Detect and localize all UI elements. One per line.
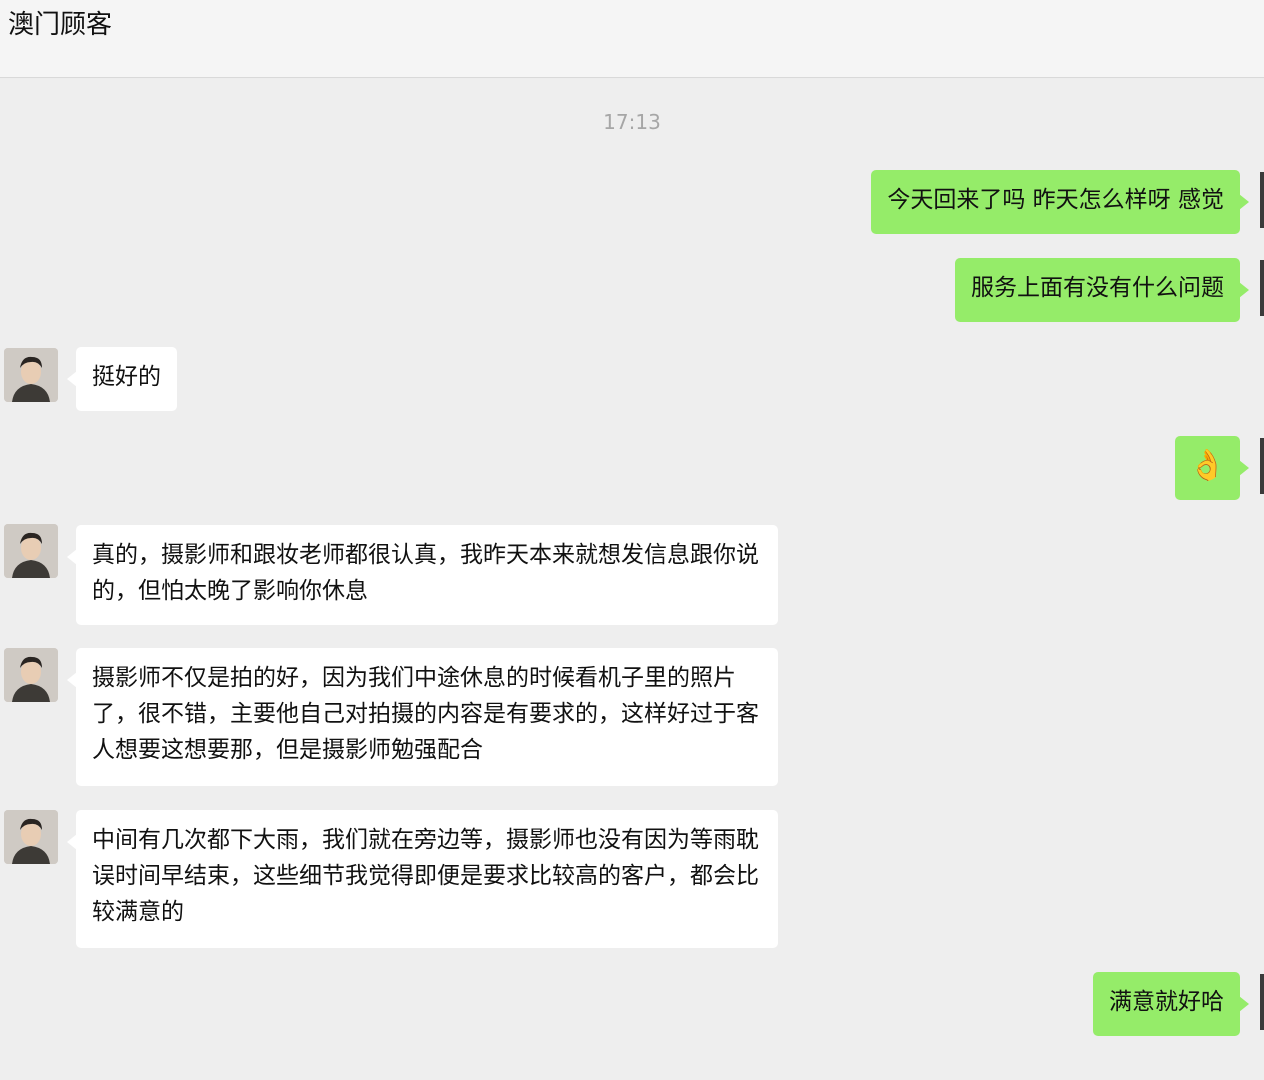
contact-message-bubble[interactable]: 挺好的 — [67, 347, 177, 411]
contact-avatar[interactable] — [4, 810, 58, 864]
my-avatar[interactable] — [1260, 260, 1264, 316]
chat-header: 澳门顾客 — [0, 0, 1264, 78]
contact-avatar[interactable] — [4, 648, 58, 702]
my-avatar[interactable] — [1260, 172, 1264, 228]
contact-message-bubble[interactable]: 摄影师不仅是拍的好，因为我们中途休息的时候看机子里的照片了，很不错，主要他自己对… — [67, 648, 778, 786]
chat-title: 澳门顾客 — [8, 10, 113, 40]
my-message-bubble[interactable]: 满意就好哈 — [1093, 972, 1249, 1036]
message-timestamp: 17:13 — [603, 110, 661, 134]
my-avatar[interactable] — [1260, 438, 1264, 494]
message-text: 摄影师不仅是拍的好，因为我们中途休息的时候看机子里的照片了，很不错，主要他自己对… — [92, 665, 759, 763]
my-avatar[interactable] — [1260, 974, 1264, 1030]
message-text: 真的，摄影师和跟妆老师都很认真，我昨天本来就想发信息跟你说的，但怕太晚了影响你休… — [92, 542, 759, 604]
my-message-bubble[interactable]: 服务上面有没有什么问题 — [955, 258, 1249, 322]
contact-message-bubble[interactable]: 真的，摄影师和跟妆老师都很认真，我昨天本来就想发信息跟你说的，但怕太晚了影响你休… — [67, 525, 778, 625]
message-text: 服务上面有没有什么问题 — [971, 275, 1224, 301]
message-text: 挺好的 — [92, 364, 161, 390]
message-text: 满意就好哈 — [1109, 989, 1224, 1015]
contact-avatar[interactable] — [4, 524, 58, 578]
contact-message-bubble[interactable]: 中间有几次都下大雨，我们就在旁边等，摄影师也没有因为等雨耽误时间早结束，这些细节… — [67, 810, 778, 948]
message-text: 中间有几次都下大雨，我们就在旁边等，摄影师也没有因为等雨耽误时间早结束，这些细节… — [92, 827, 759, 925]
contact-avatar-image — [4, 524, 58, 578]
contact-avatar-image — [4, 648, 58, 702]
contact-avatar-image — [4, 348, 58, 402]
contact-avatar[interactable] — [4, 348, 58, 402]
ok-hand-emoji: 👌 — [1188, 448, 1226, 483]
message-text: 今天回来了吗 昨天怎么样呀 感觉 — [887, 187, 1224, 213]
my-message-bubble[interactable]: 👌 — [1174, 436, 1250, 500]
contact-avatar-image — [4, 810, 58, 864]
my-message-bubble[interactable]: 今天回来了吗 昨天怎么样呀 感觉 — [871, 170, 1249, 234]
